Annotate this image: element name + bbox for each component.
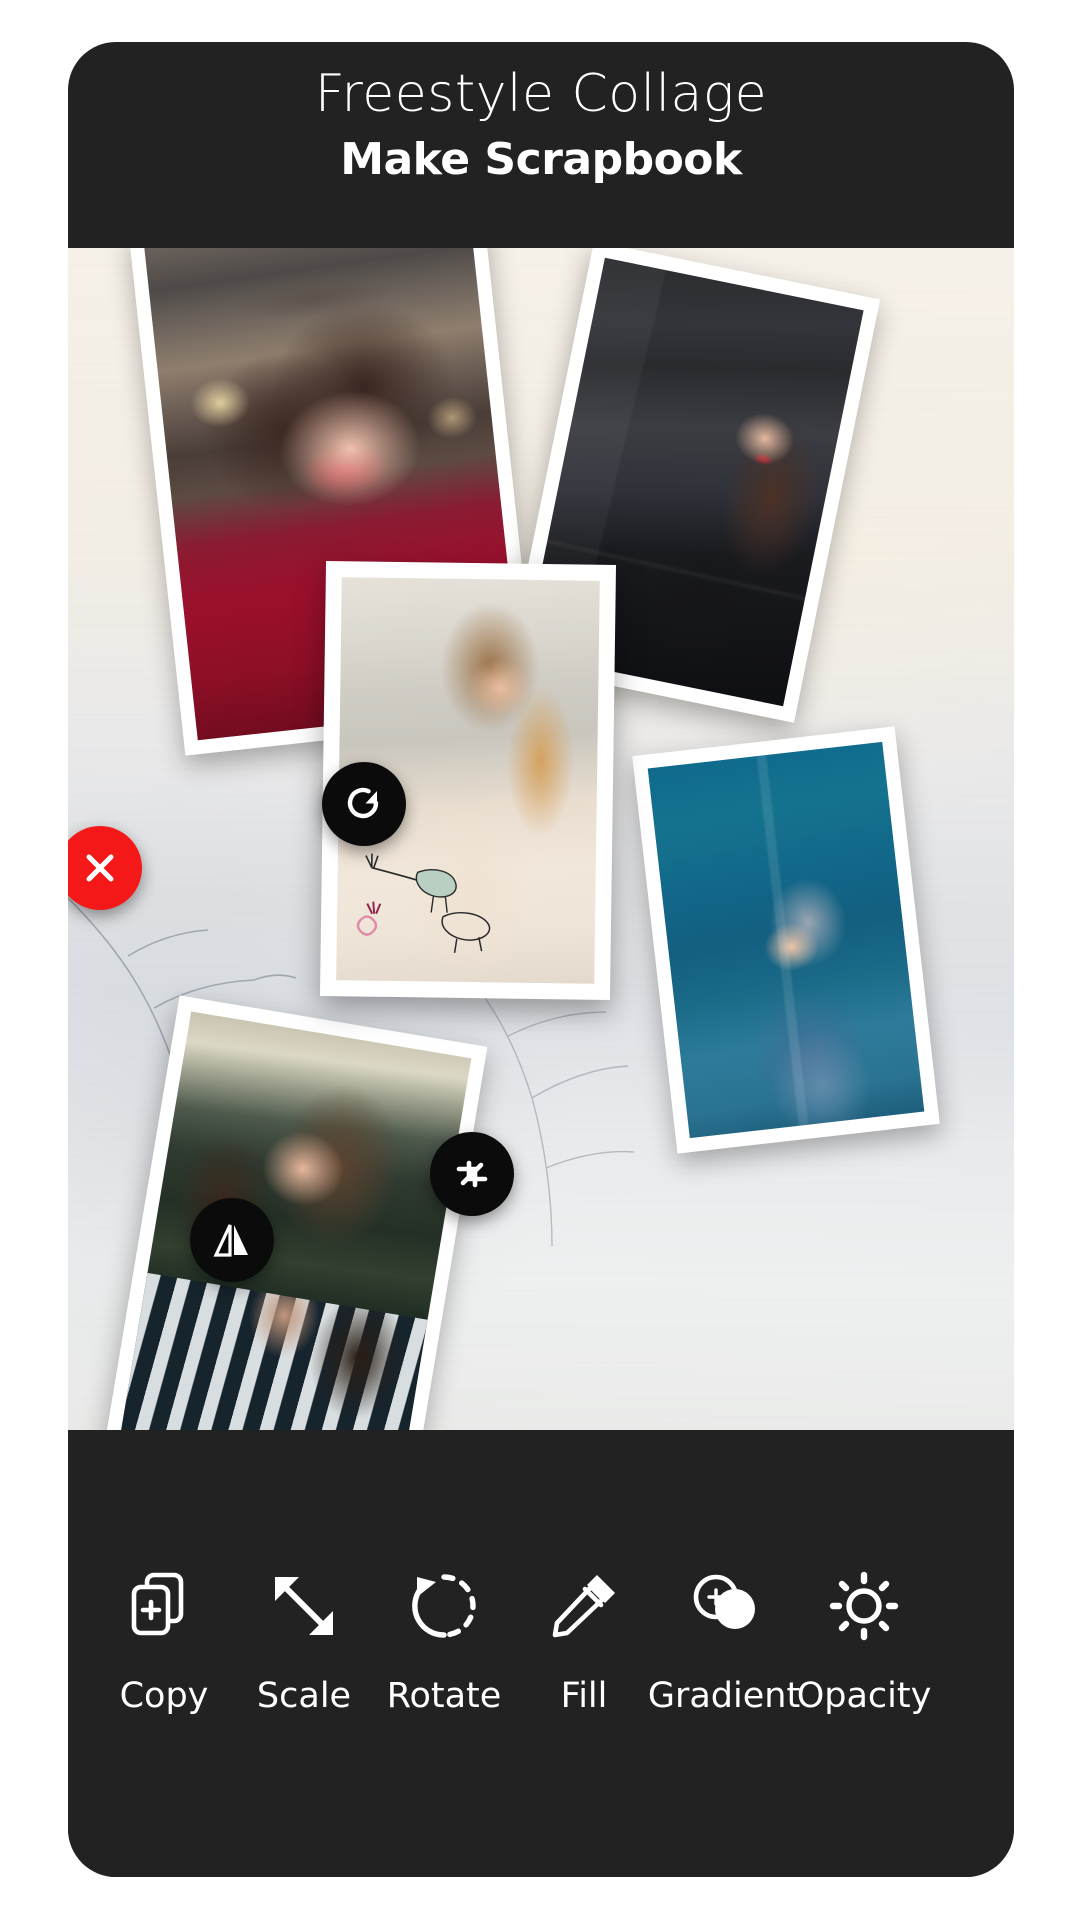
rotate-dashed-icon xyxy=(405,1560,483,1652)
tool-label: Scale xyxy=(256,1676,352,1716)
tool-rotate[interactable]: Rotate xyxy=(374,1560,514,1716)
embroidery-doodles-icon xyxy=(356,853,491,953)
gradient-circles-icon xyxy=(685,1560,763,1652)
flip-photo-handle[interactable] xyxy=(190,1198,274,1282)
copy-icon xyxy=(125,1560,203,1652)
tool-opacity[interactable]: Opacity xyxy=(794,1560,934,1716)
tool-gradient[interactable]: Gradient xyxy=(648,1560,800,1716)
tool-fill[interactable]: Fill xyxy=(514,1560,654,1716)
resize-icon xyxy=(456,1160,488,1188)
tool-label: Gradient xyxy=(647,1676,801,1716)
close-icon xyxy=(86,854,114,882)
tool-label: Fill xyxy=(560,1676,608,1716)
header: Freestyle Collage Make Scrapbook xyxy=(68,42,1014,248)
tool-label: Rotate xyxy=(386,1676,502,1716)
rotate-photo-handle[interactable] xyxy=(322,762,406,846)
resize-photo-handle[interactable] xyxy=(430,1132,514,1216)
collage-canvas[interactable] xyxy=(68,248,1014,1430)
tool-copy[interactable]: Copy xyxy=(94,1560,234,1716)
photo-image xyxy=(647,741,925,1139)
bottom-toolbar: Copy Scale Rotate Fill Gradient Opacity xyxy=(68,1430,1014,1877)
delete-photo-handle[interactable] xyxy=(68,826,142,910)
scale-arrows-icon xyxy=(265,1560,343,1652)
tool-label: Opacity xyxy=(796,1676,932,1716)
rotate-icon xyxy=(347,787,379,819)
eyedropper-icon xyxy=(545,1560,623,1652)
shirt-stripes xyxy=(120,1272,428,1430)
photo-image xyxy=(120,1011,472,1430)
tool-scale[interactable]: Scale xyxy=(234,1560,374,1716)
page-title: Freestyle Collage xyxy=(314,64,768,124)
collage-photo-striped-shirt[interactable] xyxy=(104,995,488,1430)
page-subtitle: Make Scrapbook xyxy=(340,134,742,185)
tool-row: Copy Scale Rotate Fill Gradient Opacity xyxy=(68,1560,1014,1716)
tool-label: Copy xyxy=(119,1676,209,1716)
flip-icon xyxy=(213,1224,248,1257)
brightness-icon xyxy=(825,1560,903,1652)
collage-photo-denim-jacket[interactable] xyxy=(632,726,940,1154)
app-frame: Freestyle Collage Make Scrapbook Copy Sc… xyxy=(68,42,1014,1877)
